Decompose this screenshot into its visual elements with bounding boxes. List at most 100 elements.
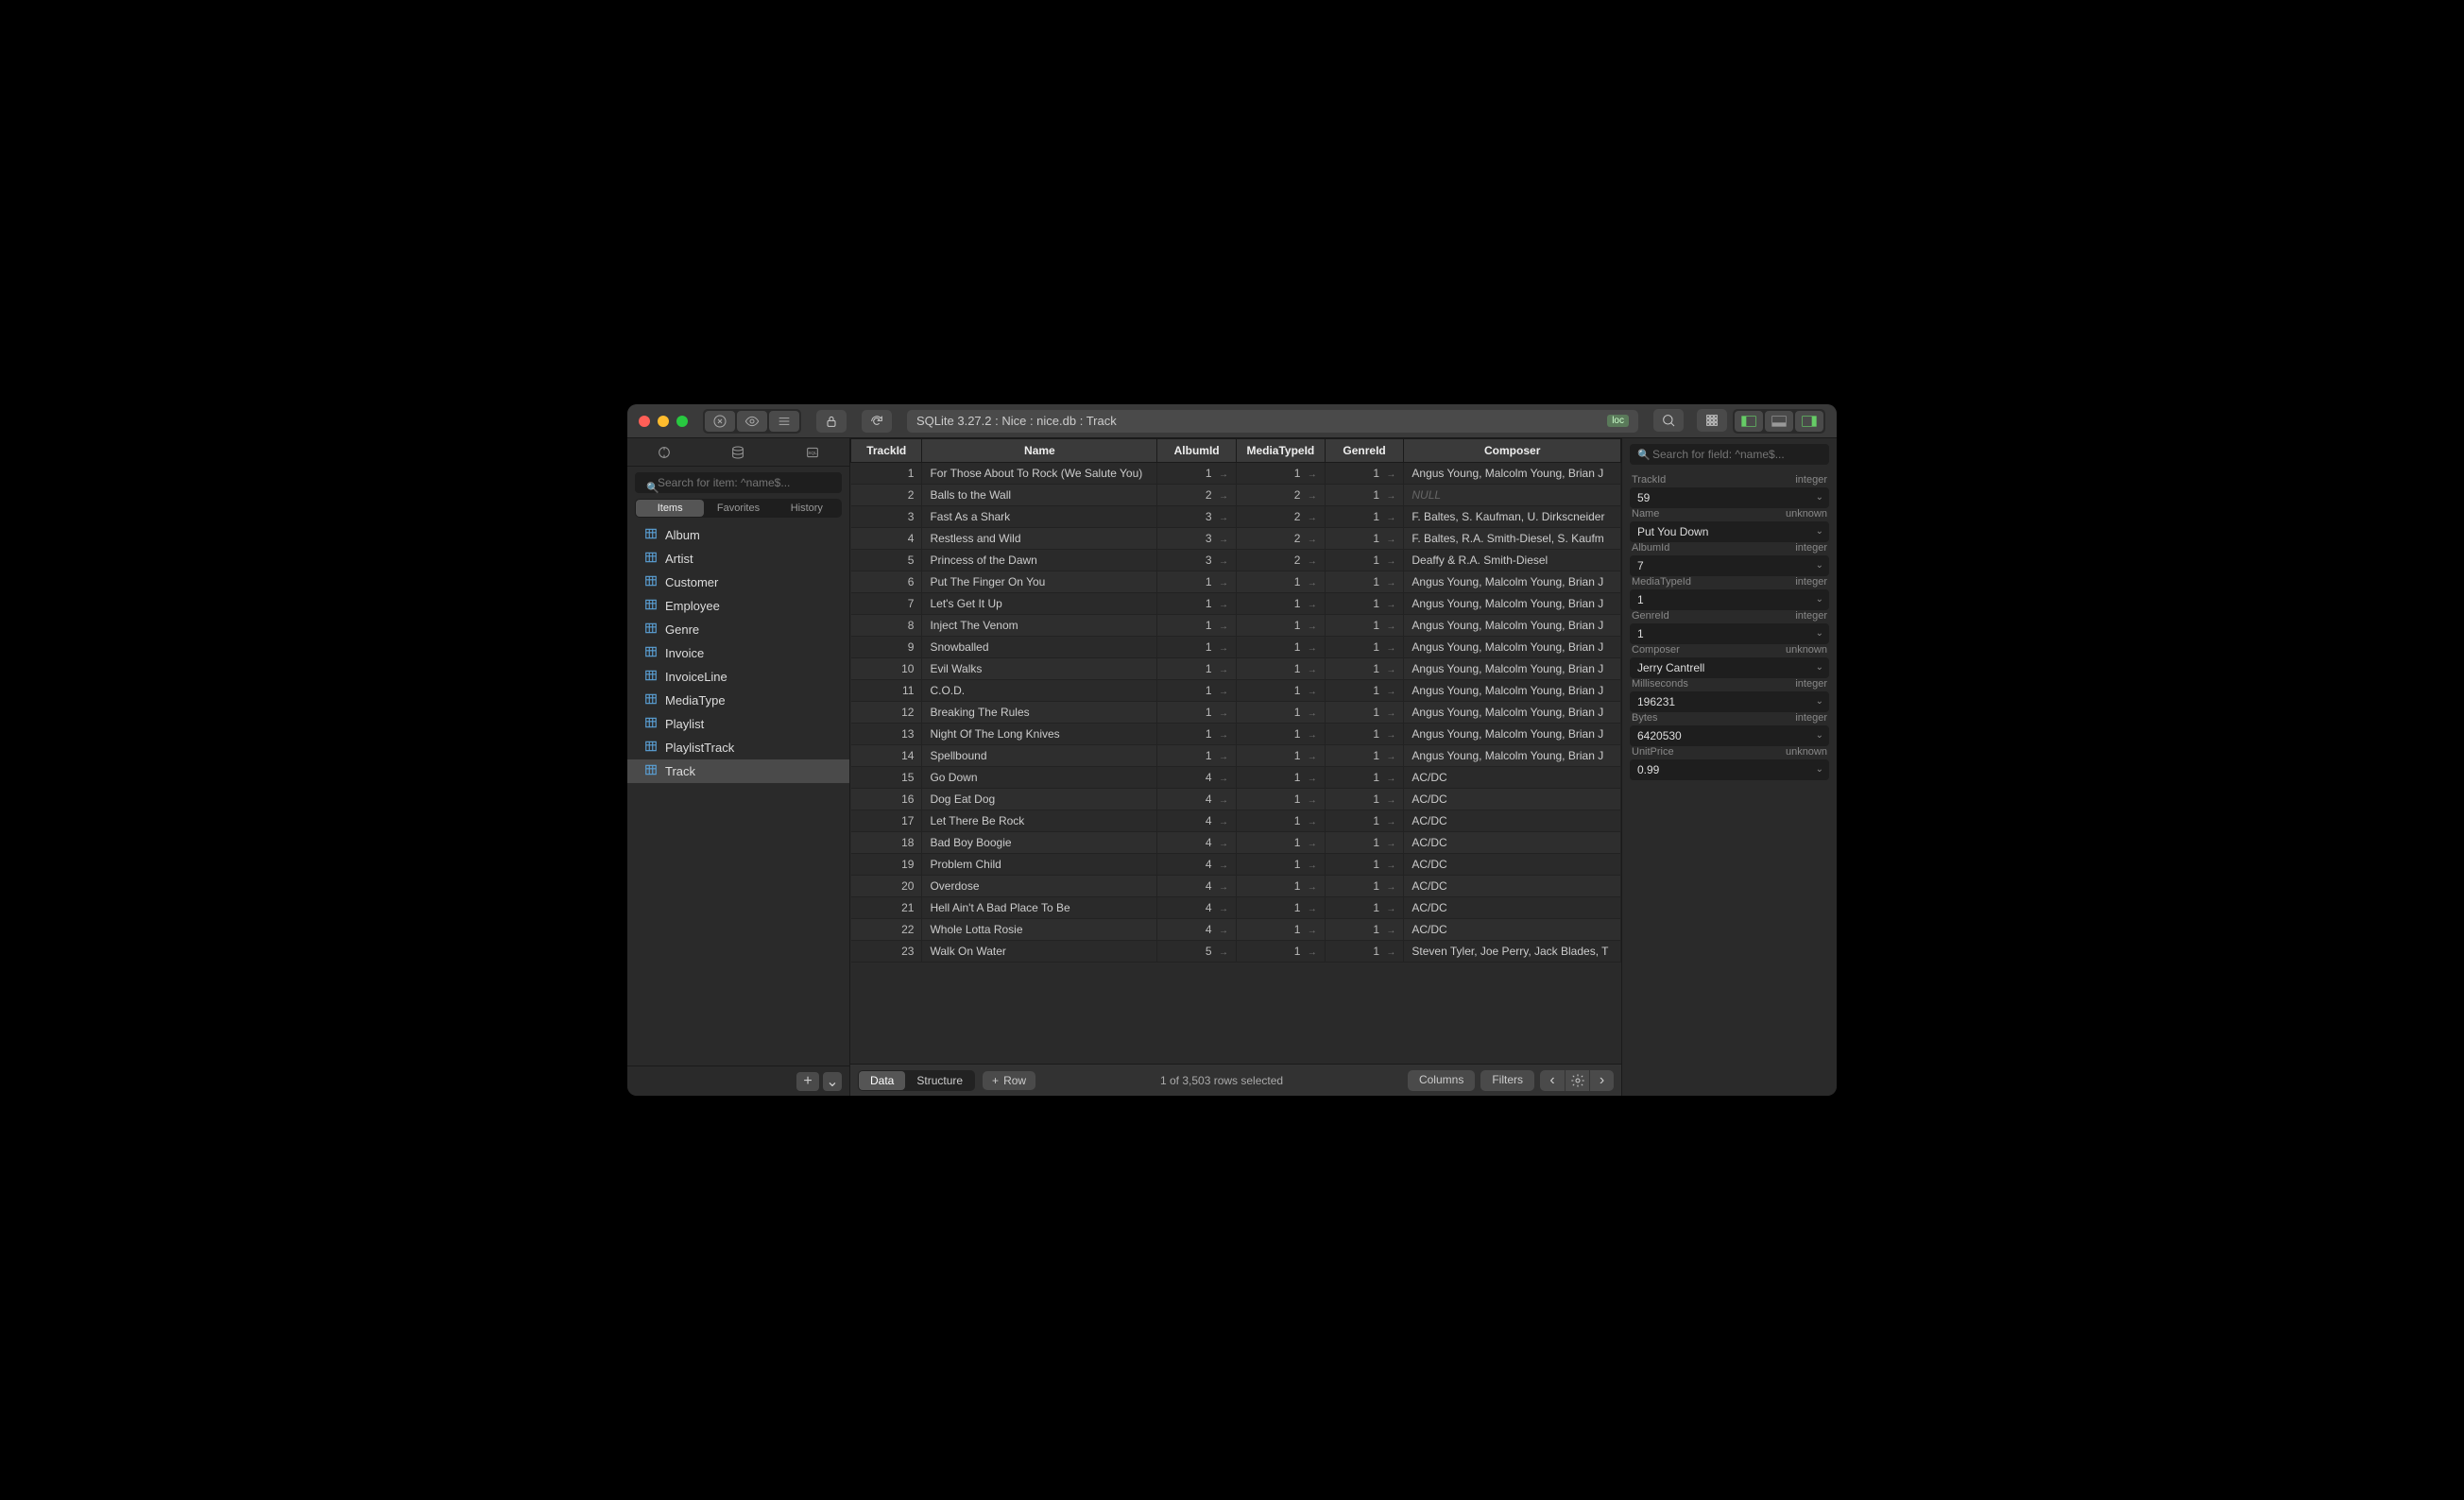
table-row[interactable]: 19Problem Child4 →1 →1 →AC/DC	[851, 854, 1621, 876]
cell-composer[interactable]: Steven Tyler, Joe Perry, Jack Blades, T	[1404, 941, 1621, 963]
cell-name[interactable]: Hell Ain't A Bad Place To Be	[922, 897, 1157, 919]
cell-albumid[interactable]: 1 →	[1157, 593, 1237, 615]
cell-name[interactable]: Let There Be Rock	[922, 810, 1157, 832]
cell-mediatypeid[interactable]: 1 →	[1236, 637, 1325, 658]
sidebar-more-button[interactable]: ⌄	[823, 1072, 842, 1091]
cell-trackid[interactable]: 8	[851, 615, 922, 637]
list-button[interactable]	[769, 411, 799, 432]
cell-name[interactable]: Balls to the Wall	[922, 485, 1157, 506]
cell-composer[interactable]: AC/DC	[1404, 854, 1621, 876]
cell-genreid[interactable]: 1 →	[1325, 767, 1404, 789]
cell-genreid[interactable]: 1 →	[1325, 832, 1404, 854]
table-row[interactable]: 6Put The Finger On You1 →1 →1 →Angus You…	[851, 571, 1621, 593]
field-value-input[interactable]: 0.99⌄	[1630, 759, 1829, 780]
table-row[interactable]: 17Let There Be Rock4 →1 →1 →AC/DC	[851, 810, 1621, 832]
cell-mediatypeid[interactable]: 2 →	[1236, 485, 1325, 506]
cell-name[interactable]: Dog Eat Dog	[922, 789, 1157, 810]
cell-albumid[interactable]: 4 →	[1157, 832, 1237, 854]
sidebar-nav-connections[interactable]	[645, 445, 683, 460]
column-header-genreid[interactable]: GenreId	[1325, 439, 1404, 463]
table-row[interactable]: 11C.O.D.1 →1 →1 →Angus Young, Malcolm Yo…	[851, 680, 1621, 702]
sidebar-tab-items[interactable]: Items	[636, 500, 704, 517]
cell-trackid[interactable]: 7	[851, 593, 922, 615]
next-page-button[interactable]: ›	[1589, 1070, 1614, 1091]
sidebar-item-mediatype[interactable]: MediaType	[627, 689, 849, 712]
cell-trackid[interactable]: 6	[851, 571, 922, 593]
cell-mediatypeid[interactable]: 1 →	[1236, 919, 1325, 941]
cell-trackid[interactable]: 19	[851, 854, 922, 876]
cell-composer[interactable]: Angus Young, Malcolm Young, Brian J	[1404, 724, 1621, 745]
cell-trackid[interactable]: 12	[851, 702, 922, 724]
cell-mediatypeid[interactable]: 1 →	[1236, 658, 1325, 680]
cell-albumid[interactable]: 2 →	[1157, 485, 1237, 506]
sidebar-item-artist[interactable]: Artist	[627, 547, 849, 571]
grid-button[interactable]	[1697, 409, 1727, 432]
cell-albumid[interactable]: 3 →	[1157, 528, 1237, 550]
cell-mediatypeid[interactable]: 1 →	[1236, 832, 1325, 854]
column-header-composer[interactable]: Composer	[1404, 439, 1621, 463]
page-settings-button[interactable]	[1565, 1070, 1589, 1091]
cell-mediatypeid[interactable]: 2 →	[1236, 528, 1325, 550]
back-button[interactable]	[705, 411, 735, 432]
cell-name[interactable]: Whole Lotta Rosie	[922, 919, 1157, 941]
cell-trackid[interactable]: 15	[851, 767, 922, 789]
cell-albumid[interactable]: 3 →	[1157, 550, 1237, 571]
cell-name[interactable]: Go Down	[922, 767, 1157, 789]
sidebar-item-invoice[interactable]: Invoice	[627, 641, 849, 665]
column-header-trackid[interactable]: TrackId	[851, 439, 922, 463]
cell-name[interactable]: Overdose	[922, 876, 1157, 897]
cell-genreid[interactable]: 1 →	[1325, 550, 1404, 571]
cell-albumid[interactable]: 1 →	[1157, 658, 1237, 680]
sidebar-item-track[interactable]: Track	[627, 759, 849, 783]
cell-composer[interactable]: AC/DC	[1404, 919, 1621, 941]
cell-trackid[interactable]: 22	[851, 919, 922, 941]
cell-mediatypeid[interactable]: 1 →	[1236, 463, 1325, 485]
cell-mediatypeid[interactable]: 1 →	[1236, 941, 1325, 963]
cell-genreid[interactable]: 1 →	[1325, 637, 1404, 658]
cell-mediatypeid[interactable]: 1 →	[1236, 789, 1325, 810]
cell-composer[interactable]: F. Baltes, S. Kaufman, U. Dirkscneider	[1404, 506, 1621, 528]
cell-genreid[interactable]: 1 →	[1325, 724, 1404, 745]
cell-name[interactable]: Bad Boy Boogie	[922, 832, 1157, 854]
layout-bottom-button[interactable]	[1765, 411, 1793, 432]
table-row[interactable]: 9Snowballed1 →1 →1 →Angus Young, Malcolm…	[851, 637, 1621, 658]
refresh-button[interactable]	[862, 410, 892, 433]
cell-genreid[interactable]: 1 →	[1325, 941, 1404, 963]
cell-name[interactable]: C.O.D.	[922, 680, 1157, 702]
field-value-input[interactable]: 59⌄	[1630, 487, 1829, 508]
cell-name[interactable]: Walk On Water	[922, 941, 1157, 963]
layout-right-button[interactable]	[1795, 411, 1823, 432]
cell-genreid[interactable]: 1 →	[1325, 876, 1404, 897]
cell-genreid[interactable]: 1 →	[1325, 658, 1404, 680]
cell-albumid[interactable]: 5 →	[1157, 941, 1237, 963]
cell-composer[interactable]: AC/DC	[1404, 767, 1621, 789]
column-header-mediatypeid[interactable]: MediaTypeId	[1236, 439, 1325, 463]
table-row[interactable]: 13Night Of The Long Knives1 →1 →1 →Angus…	[851, 724, 1621, 745]
cell-albumid[interactable]: 1 →	[1157, 680, 1237, 702]
table-row[interactable]: 23Walk On Water5 →1 →1 →Steven Tyler, Jo…	[851, 941, 1621, 963]
field-value-input[interactable]: Put You Down⌄	[1630, 521, 1829, 542]
table-row[interactable]: 5Princess of the Dawn3 →2 →1 →Deaffy & R…	[851, 550, 1621, 571]
cell-mediatypeid[interactable]: 1 →	[1236, 571, 1325, 593]
cell-trackid[interactable]: 13	[851, 724, 922, 745]
cell-trackid[interactable]: 11	[851, 680, 922, 702]
cell-genreid[interactable]: 1 →	[1325, 919, 1404, 941]
cell-composer[interactable]: AC/DC	[1404, 810, 1621, 832]
cell-mediatypeid[interactable]: 1 →	[1236, 615, 1325, 637]
cell-albumid[interactable]: 4 →	[1157, 897, 1237, 919]
cell-mediatypeid[interactable]: 1 →	[1236, 680, 1325, 702]
minimize-window-button[interactable]	[658, 416, 669, 427]
cell-composer[interactable]: AC/DC	[1404, 876, 1621, 897]
column-header-name[interactable]: Name	[922, 439, 1157, 463]
cell-composer[interactable]: AC/DC	[1404, 897, 1621, 919]
cell-genreid[interactable]: 1 →	[1325, 485, 1404, 506]
cell-trackid[interactable]: 17	[851, 810, 922, 832]
sidebar-nav-database[interactable]	[719, 445, 757, 460]
cell-mediatypeid[interactable]: 1 →	[1236, 702, 1325, 724]
zoom-window-button[interactable]	[676, 416, 688, 427]
cell-mediatypeid[interactable]: 1 →	[1236, 724, 1325, 745]
cell-mediatypeid[interactable]: 1 →	[1236, 876, 1325, 897]
sidebar-tab-favorites[interactable]: Favorites	[704, 500, 772, 517]
field-value-input[interactable]: 196231⌄	[1630, 691, 1829, 712]
structure-tab[interactable]: Structure	[905, 1071, 974, 1090]
